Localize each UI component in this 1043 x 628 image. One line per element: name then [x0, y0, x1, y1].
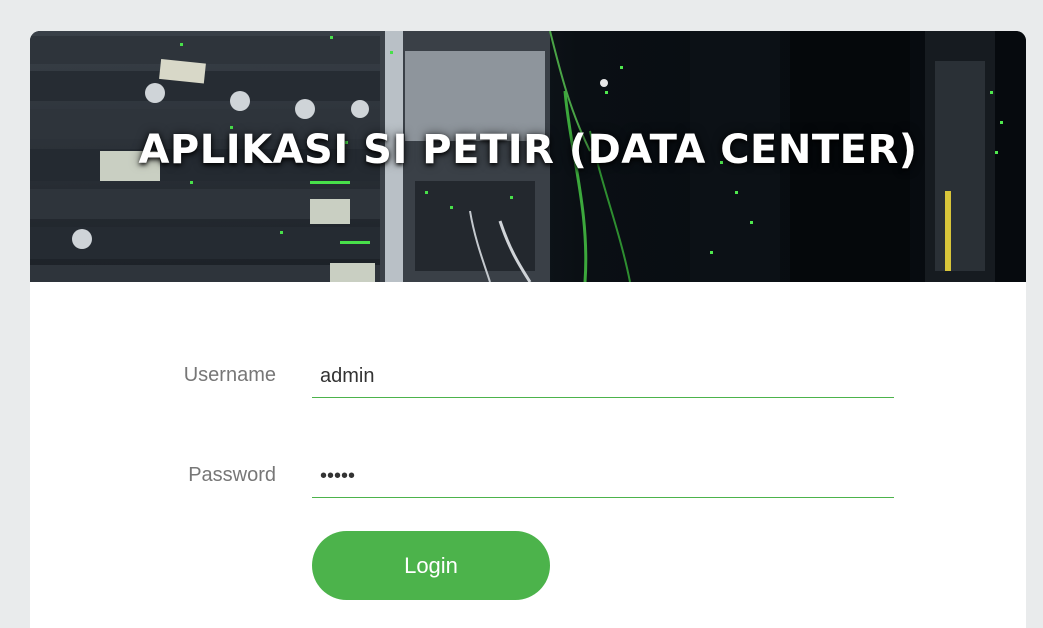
password-label: Password	[188, 464, 276, 486]
login-button[interactable]: Login	[312, 531, 550, 600]
page-title: APLIKASI SI PETIR (DATA CENTER)	[138, 127, 918, 173]
login-card: APLIKASI SI PETIR (DATA CENTER) Username…	[30, 31, 1026, 628]
password-row: Password	[30, 456, 1026, 516]
username-row: Username	[30, 356, 1026, 416]
hero-banner: APLIKASI SI PETIR (DATA CENTER)	[30, 31, 1026, 282]
username-label: Username	[183, 364, 276, 386]
username-input[interactable]	[312, 356, 894, 398]
password-input[interactable]	[312, 456, 894, 498]
